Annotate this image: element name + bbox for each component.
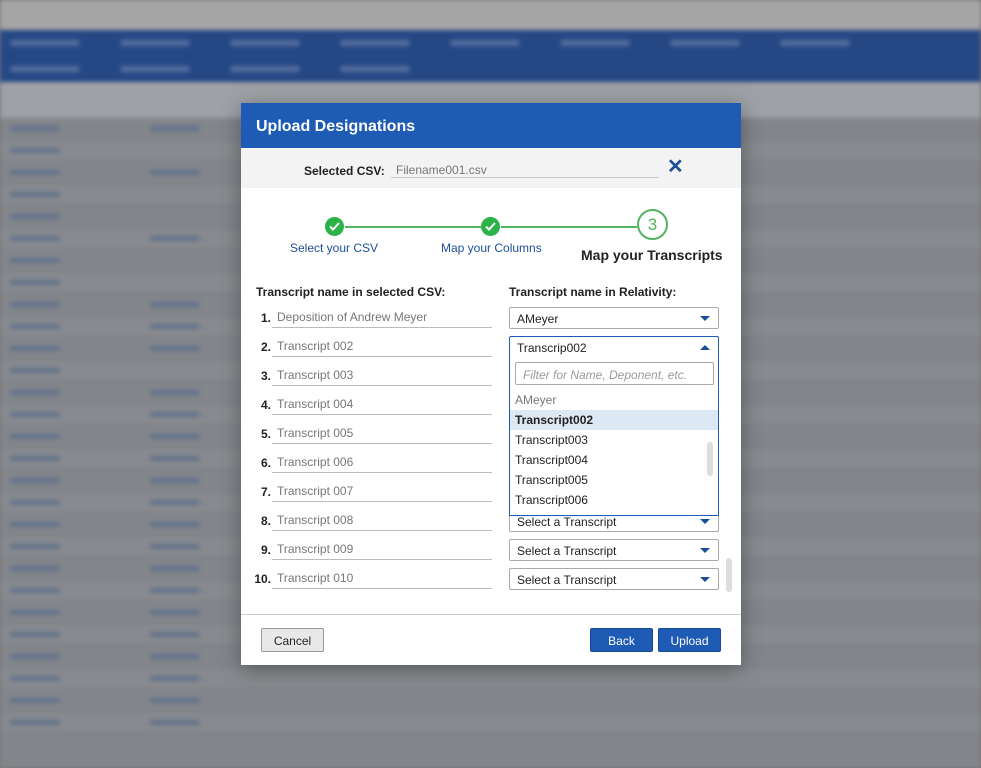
select-value: Select a Transcript: [517, 544, 617, 558]
selected-csv-label: Selected CSV:: [304, 164, 385, 178]
modal-scrollbar[interactable]: [726, 558, 732, 592]
row-number: 10.: [254, 572, 271, 586]
selected-csv-field: Filename001.csv: [391, 158, 659, 178]
csv-transcript-name: Transcript 008: [272, 510, 492, 531]
row-number: 9.: [260, 543, 271, 557]
select-value: Select a Transcript: [517, 573, 617, 587]
remove-csv-close-icon[interactable]: ✕: [667, 157, 685, 177]
dropdown-option[interactable]: Transcript005: [510, 470, 718, 490]
step-2-check-icon: [481, 217, 500, 236]
step-2-label[interactable]: Map your Columns: [441, 241, 542, 255]
dropdown-option[interactable]: Transcript004: [510, 450, 718, 470]
modal-title: Upload Designations: [241, 103, 741, 148]
chevron-up-icon: [700, 345, 710, 350]
csv-transcript-name: Transcript 007: [272, 481, 492, 502]
csv-transcript-name: Transcript 010: [272, 568, 492, 589]
dropdown-option-selected[interactable]: Transcript002: [510, 410, 718, 430]
chevron-down-icon: [700, 577, 710, 582]
step-3-label: Map your Transcripts: [581, 247, 723, 263]
relativity-transcript-select-open[interactable]: Transcrip002: [509, 336, 719, 358]
chevron-down-icon: [700, 548, 710, 553]
csv-column-header: Transcript name in selected CSV:: [256, 285, 446, 299]
relativity-transcript-select[interactable]: Select a Transcript: [509, 568, 719, 590]
dropdown-scrollbar[interactable]: [707, 442, 713, 476]
select-value: AMeyer: [517, 312, 559, 326]
chevron-down-icon: [700, 519, 710, 524]
upload-button[interactable]: Upload: [658, 628, 721, 652]
row-number: 5.: [260, 427, 271, 441]
row-number: 6.: [260, 456, 271, 470]
row-number: 7.: [260, 485, 271, 499]
back-button[interactable]: Back: [590, 628, 653, 652]
upload-designations-modal: Upload Designations Selected CSV: Filena…: [241, 103, 741, 665]
relativity-transcript-select[interactable]: Select a Transcript: [509, 539, 719, 561]
csv-transcript-name: Transcript 003: [272, 365, 492, 386]
row-number: 2.: [260, 340, 271, 354]
relativity-column-header: Transcript name in Relativity:: [509, 285, 677, 299]
step-connector-1: [345, 226, 481, 228]
row-number: 8.: [260, 514, 271, 528]
dropdown-filter-input[interactable]: Filter for Name, Deponent, etc.: [515, 362, 714, 385]
csv-transcript-name: Transcript 002: [272, 336, 492, 357]
chevron-down-icon: [700, 316, 710, 321]
cancel-button[interactable]: Cancel: [261, 628, 324, 652]
footer-divider: [241, 614, 741, 615]
csv-transcript-name: Transcript 009: [272, 539, 492, 560]
step-3-number-circle: 3: [637, 209, 668, 240]
dropdown-option[interactable]: Transcript003: [510, 430, 718, 450]
csv-transcript-name: Transcript 006: [272, 452, 492, 473]
csv-transcript-name: Transcript 005: [272, 423, 492, 444]
dropdown-option[interactable]: Transcript006: [510, 490, 718, 510]
csv-transcript-name: Deposition of Andrew Meyer: [272, 307, 492, 328]
relativity-transcript-select[interactable]: AMeyer: [509, 307, 719, 329]
step-1-check-icon: [325, 217, 344, 236]
transcript-dropdown-list: Filter for Name, Deponent, etc. AMeyer T…: [509, 356, 719, 516]
dropdown-option[interactable]: AMeyer: [510, 390, 718, 410]
selected-csv-row: Selected CSV: Filename001.csv ✕: [241, 148, 741, 188]
step-connector-2: [501, 226, 637, 228]
row-number: 4.: [260, 398, 271, 412]
select-value: Transcrip002: [517, 341, 587, 355]
csv-transcript-name: Transcript 004: [272, 394, 492, 415]
step-1-label[interactable]: Select your CSV: [290, 241, 378, 255]
row-number: 3.: [260, 369, 271, 383]
row-number: 1.: [260, 311, 271, 325]
select-value: Select a Transcript: [517, 515, 617, 529]
